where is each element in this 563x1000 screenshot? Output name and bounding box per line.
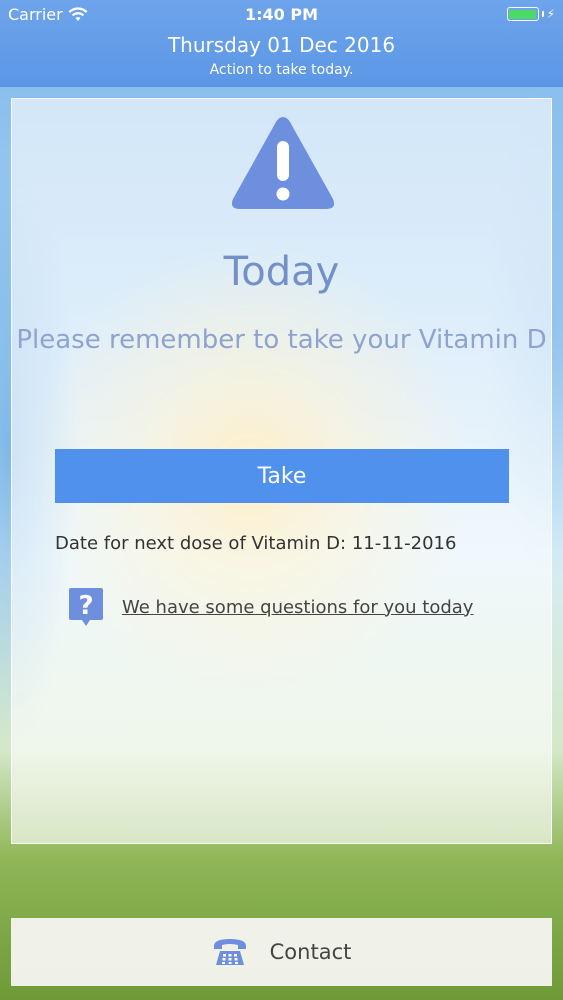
svg-text:?: ? — [78, 591, 93, 621]
charging-bolt-icon: ⚡ — [546, 7, 555, 21]
contact-button[interactable]: Contact — [11, 918, 552, 986]
warning-triangle-icon — [231, 117, 335, 209]
take-button[interactable]: Take — [55, 449, 509, 503]
next-dose-date: Date for next dose of Vitamin D: 11-11-2… — [55, 533, 457, 554]
battery-tip — [541, 11, 544, 17]
battery-icon — [506, 7, 539, 21]
questions-row[interactable]: ? We have some questions for you today — [68, 587, 473, 627]
contact-label: Contact — [269, 940, 352, 964]
status-bar: Carrier 1:40 PM ⚡ — [0, 0, 563, 30]
page-title: Thursday 01 Dec 2016 — [167, 33, 396, 57]
card-heading: Today — [223, 249, 340, 295]
reminder-message: Please remember to take your Vitamin D — [16, 325, 547, 355]
battery-level — [509, 9, 537, 19]
page-subtitle: Action to take today. — [209, 62, 354, 78]
header-bar: Carrier 1:40 PM ⚡ Thursday 01 Dec 2016 A… — [0, 0, 563, 87]
action-card: Today Please remember to take your Vitam… — [11, 98, 552, 844]
battery-indicator: ⚡ — [506, 7, 555, 21]
telephone-icon — [213, 939, 246, 965]
app-screen: Carrier 1:40 PM ⚡ Thursday 01 Dec 2016 A… — [0, 0, 563, 1000]
status-time: 1:40 PM — [244, 5, 318, 24]
questions-link[interactable]: We have some questions for you today — [122, 597, 473, 618]
question-bubble-icon: ? — [69, 588, 103, 626]
